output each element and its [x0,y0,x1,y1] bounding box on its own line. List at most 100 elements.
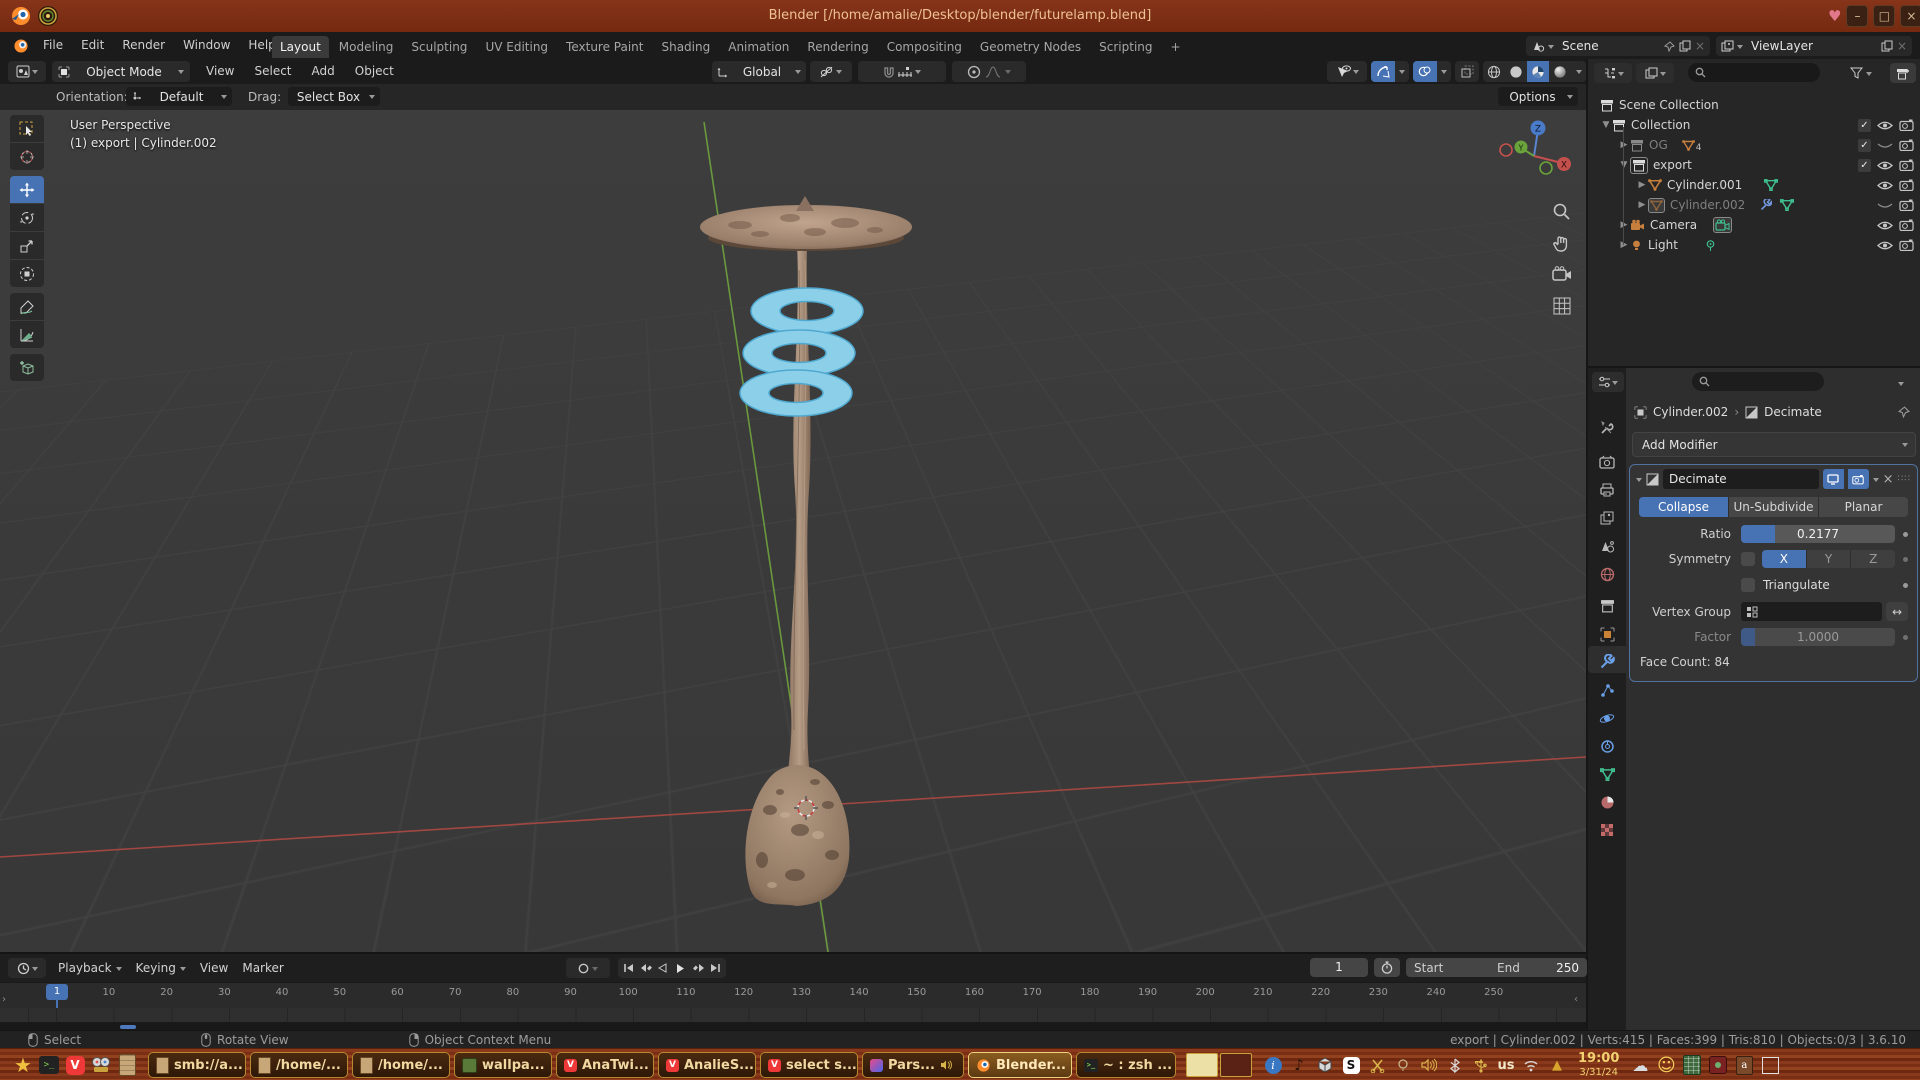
chevron-down-icon[interactable] [915,70,921,77]
render-visibility-icon[interactable] [1899,119,1914,131]
expand-icon[interactable]: ▶ [1618,240,1630,250]
animate-dot-icon[interactable] [1903,635,1908,640]
taskbar-window-select[interactable]: V select s... [760,1052,858,1078]
outliner-row-scene-collection[interactable]: Scene Collection [1586,95,1920,115]
snap-magnet-icon[interactable] [883,65,895,78]
collection-checkbox[interactable]: ✓ [1858,159,1871,172]
editor-type-button[interactable] [8,61,46,82]
pivot-point-dropdown[interactable] [810,61,852,82]
modifier-wrench-icon[interactable] [1759,199,1772,212]
launcher-star-icon[interactable]: ★ [10,1051,36,1079]
mode-planar-button[interactable]: Planar [1818,497,1908,517]
light-data-icon[interactable] [1704,239,1717,252]
expand-icon[interactable]: ▶ [1636,180,1648,190]
tool-rotate[interactable] [10,204,44,231]
chevron-down-icon[interactable] [592,967,598,974]
options-button[interactable]: Options [1498,87,1578,106]
vertex-group-field[interactable] [1741,602,1882,621]
render-visibility-icon[interactable] [1899,199,1914,211]
tool-cursor[interactable] [10,143,44,170]
tool-transform[interactable] [10,260,44,287]
navigation-gizmo[interactable]: Z Y X [1496,116,1572,192]
current-frame-field[interactable]: 1 [1310,958,1368,977]
camera-view-icon[interactable] [1552,266,1572,282]
timeline-editor-type[interactable] [8,958,46,978]
remove-viewlayer-icon[interactable]: × [1897,39,1907,53]
camera-data-frame[interactable] [1713,217,1732,233]
breadcrumb-object[interactable]: Cylinder.002 [1653,405,1728,419]
symmetry-y-button[interactable]: Y [1806,550,1851,568]
eye-open-icon[interactable] [1877,240,1893,251]
menu-view[interactable]: View [196,59,244,84]
tray-info-icon[interactable]: i [1260,1051,1286,1079]
animate-dot-icon[interactable] [1903,557,1908,562]
tab-view-layer[interactable] [1594,506,1620,530]
workspace-pager[interactable] [1186,1053,1252,1077]
expand-icon[interactable]: ▶ [1636,200,1648,210]
collapse-right-icon[interactable]: ‹ [1574,994,1578,1005]
menu-object[interactable]: Object [345,59,404,84]
outliner-row-cylinder-002[interactable]: ▶ Cylinder.002 [1586,195,1920,215]
show-overlays-toggle[interactable] [1413,61,1437,82]
viewport-3d[interactable]: User Perspective (1) export | Cylinder.0… [0,110,1586,952]
pan-hand-icon[interactable] [1552,234,1572,254]
add-workspace-button[interactable]: + [1163,36,1189,58]
launcher-file-cabinet-icon[interactable] [114,1051,140,1079]
mesh-data-icon[interactable] [1780,199,1794,211]
outliner-filter[interactable] [1850,63,1872,83]
properties-search[interactable] [1692,372,1824,391]
animate-dot-icon[interactable] [1903,532,1908,537]
tool-measure[interactable] [10,321,44,348]
tray-updates-icon[interactable]: ▲ [1544,1051,1570,1079]
mode-collapse-button[interactable]: Collapse [1639,497,1728,517]
render-visibility-icon[interactable] [1899,239,1914,251]
menu-render[interactable]: Render [113,32,174,59]
remove-modifier-icon[interactable]: × [1883,472,1894,487]
launcher-media-player-icon[interactable] [88,1051,114,1079]
launcher-terminal-icon[interactable]: >_ [36,1051,62,1079]
add-modifier-button[interactable]: Add Modifier [1632,432,1916,457]
tab-render[interactable] [1594,450,1620,474]
tab-constraints[interactable] [1594,734,1620,758]
outliner-search[interactable] [1688,63,1820,82]
triangulate-checkbox[interactable] [1741,578,1755,592]
tab-world[interactable] [1594,562,1620,586]
mode-unsubdivide-button[interactable]: Un-Subdivide [1728,497,1818,517]
factor-slider[interactable]: 1.0000 [1741,628,1895,646]
proportional-edit-icon[interactable] [967,65,981,79]
tray-bluetooth-icon[interactable] [1442,1051,1468,1079]
frame-end-field[interactable]: End 250 [1489,958,1587,977]
mode-dropdown[interactable]: Object Mode [52,61,190,82]
orientation-setting-dropdown[interactable]: Default [126,87,232,106]
chevron-down-icon[interactable] [1005,70,1011,77]
eye-closed-icon[interactable] [1877,200,1893,211]
tool-scale[interactable] [10,232,44,259]
taskbar-window-blender[interactable]: Blender... [968,1052,1072,1078]
use-preview-range-button[interactable] [1374,958,1400,977]
tab-scripting[interactable]: Scripting [1091,36,1160,58]
menu-add[interactable]: Add [302,59,345,84]
copy-icon[interactable] [1881,40,1893,52]
tray-skype-icon[interactable]: S [1338,1051,1364,1079]
close-button[interactable]: × [1900,5,1920,27]
animate-dot-icon[interactable] [1903,583,1908,588]
render-visibility-icon[interactable] [1899,139,1914,151]
jump-to-end-button[interactable] [707,963,724,973]
symmetry-checkbox[interactable] [1741,552,1755,566]
menu-window[interactable]: Window [174,32,239,59]
jump-prev-keyframe-button[interactable] [637,963,654,973]
taskbar-window-wallpaper[interactable]: wallpa... [454,1052,552,1078]
tray-photos-icon[interactable] [1705,1051,1731,1079]
tray-scissors-icon[interactable] [1364,1051,1390,1079]
expand-icon[interactable]: ▼ [1618,160,1630,170]
eye-open-icon[interactable] [1877,180,1893,191]
modifier-name-field[interactable]: Decimate [1663,469,1819,489]
render-visibility-icon[interactable] [1899,179,1914,191]
menu-keying[interactable]: Keying [130,961,192,975]
outliner-display-mode[interactable] [1636,63,1674,83]
drag-handle-icon[interactable]: ∷∷ [1898,474,1911,484]
expand-icon[interactable]: ▶ [1618,140,1630,150]
timeline-ruler[interactable]: 1020304050607080901001101201301401501601… [0,982,1586,1009]
show-gizmo-toggle[interactable] [1371,61,1395,82]
taskbar-window-parole[interactable]: Pars... [862,1052,964,1078]
